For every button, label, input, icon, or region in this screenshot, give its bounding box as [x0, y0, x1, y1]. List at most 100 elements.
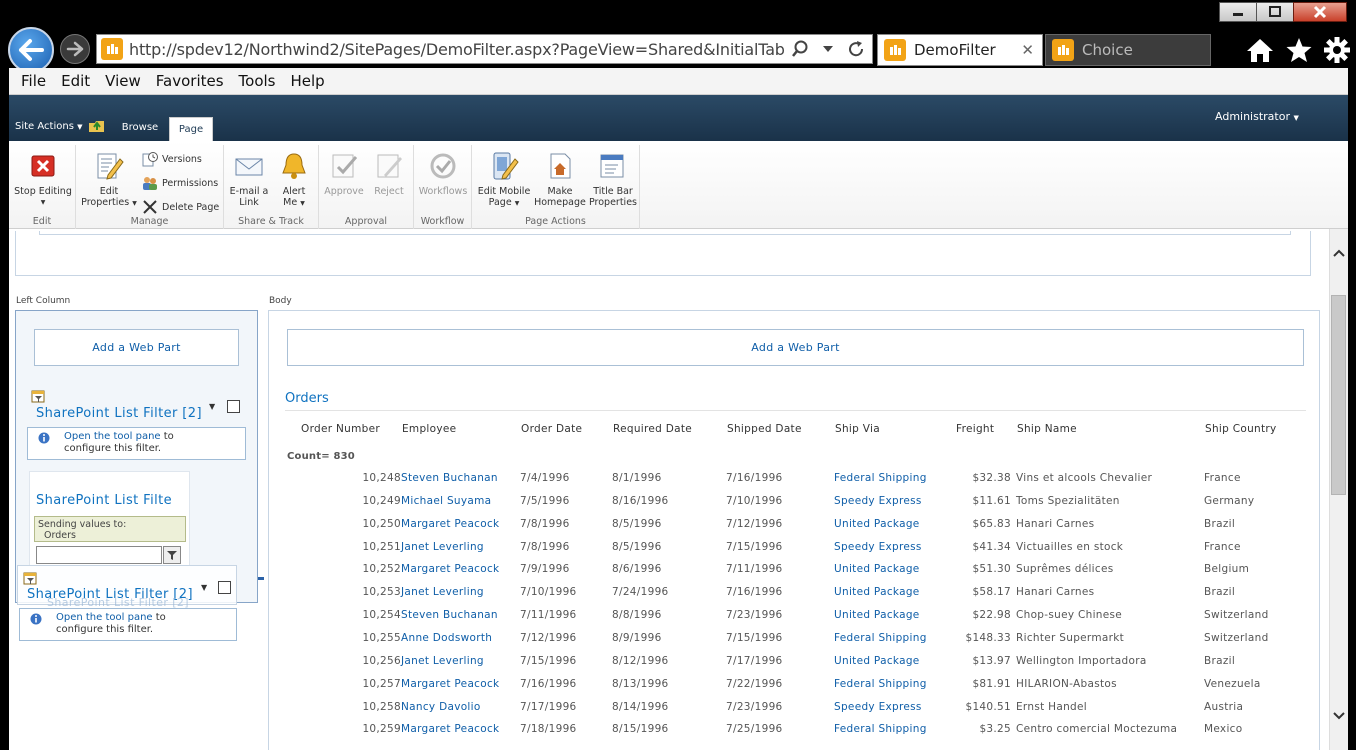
alert-me-button[interactable]: Alert Me ▼ [274, 151, 314, 209]
workflows-button[interactable]: Workflows [416, 151, 470, 197]
filter-value-input[interactable] [36, 546, 162, 564]
filter-web-part-title-2[interactable]: SharePoint List Filte [36, 493, 172, 508]
menu-view[interactable]: View [99, 72, 147, 90]
add-web-part-body-button[interactable]: Add a Web Part [287, 329, 1304, 366]
favorites-star-icon[interactable] [1285, 37, 1313, 63]
menu-favorites[interactable]: Favorites [150, 72, 230, 90]
open-tool-pane-link[interactable]: Open the tool pane [64, 431, 161, 442]
sharepoint-favicon-icon [101, 38, 123, 60]
cell-ship-via[interactable]: Federal Shipping [834, 723, 927, 735]
column-header-shipped-date[interactable]: Shipped Date [727, 423, 802, 435]
versions-button[interactable]: Versions [142, 151, 202, 167]
permissions-icon [143, 177, 157, 190]
cell-ship-via[interactable]: United Package [834, 518, 920, 530]
cell-employee[interactable]: Janet Leverling [401, 541, 484, 553]
close-window-button[interactable] [1293, 2, 1347, 22]
user-menu[interactable]: Administrator ▼ [1215, 110, 1299, 123]
tab-choice[interactable]: Choice [1045, 34, 1211, 66]
permissions-button[interactable]: Permissions [142, 175, 218, 191]
cell-ship-country: Venezuela [1204, 677, 1261, 690]
cell-employee[interactable]: Margaret Peacock [401, 563, 499, 575]
column-header-freight[interactable]: Freight [956, 423, 994, 435]
cell-employee[interactable]: Margaret Peacock [401, 678, 499, 690]
cell-employee[interactable]: Anne Dodsworth [401, 632, 492, 644]
cell-employee[interactable]: Margaret Peacock [401, 518, 499, 530]
cell-ship-via[interactable]: United Package [834, 586, 920, 598]
column-header-required-date[interactable]: Required Date [613, 423, 692, 435]
email-link-button[interactable]: E-mail a Link [228, 151, 270, 208]
cell-ship-via[interactable]: Federal Shipping [834, 678, 927, 690]
web-part-select-checkbox[interactable] [218, 581, 231, 594]
column-header-order-number[interactable]: Order Number [301, 423, 380, 435]
url-text[interactable]: http://spdev12/Northwind2/SitePages/Demo… [129, 40, 784, 59]
web-part-menu-chevron-icon[interactable]: ▼ [201, 583, 207, 592]
orders-web-part-title[interactable]: Orders [285, 391, 329, 406]
cell-required-date: 8/13/1996 [612, 677, 669, 690]
title-bar-properties-button[interactable]: Title Bar Properties [588, 151, 638, 208]
column-header-ship-via[interactable]: Ship Via [835, 423, 880, 435]
edit-mobile-page-button[interactable]: Edit Mobile Page ▼ [476, 151, 532, 209]
cell-order-date: 7/5/1996 [520, 494, 570, 507]
tab-page[interactable]: Page [169, 117, 213, 141]
back-button[interactable] [8, 27, 54, 73]
menu-file[interactable]: File [15, 72, 52, 90]
add-web-part-left-button[interactable]: Add a Web Part [34, 329, 239, 366]
address-bar[interactable]: http://spdev12/Northwind2/SitePages/Demo… [96, 34, 873, 64]
approve-button[interactable]: Approve [323, 151, 365, 197]
home-icon[interactable] [1246, 37, 1274, 63]
cell-ship-via[interactable]: Federal Shipping [834, 632, 927, 644]
cell-employee[interactable]: Margaret Peacock [401, 723, 499, 735]
cell-employee[interactable]: Steven Buchanan [401, 472, 498, 484]
refresh-icon[interactable] [847, 40, 865, 58]
cell-employee[interactable]: Steven Buchanan [401, 609, 498, 621]
close-tab-icon[interactable]: ✕ [1021, 41, 1034, 59]
cell-employee[interactable]: Nancy Davolio [401, 701, 481, 713]
maximize-button[interactable] [1256, 2, 1294, 22]
scrollbar-thumb[interactable] [1331, 295, 1346, 495]
cell-ship-via[interactable]: United Package [834, 609, 920, 621]
delete-page-button[interactable]: Delete Page [142, 199, 219, 215]
cell-ship-via[interactable]: Speedy Express [834, 701, 922, 713]
cell-ship-via[interactable]: United Package [834, 563, 920, 575]
cell-ship-country: Switzerland [1204, 609, 1269, 622]
open-tool-pane-link[interactable]: Open the tool pane [56, 612, 153, 623]
filter-web-part-title-1[interactable]: SharePoint List Filter [2] [36, 406, 202, 421]
cell-ship-via[interactable]: United Package [834, 655, 920, 667]
search-icon[interactable] [791, 40, 809, 58]
dropdown-arrow-icon[interactable] [823, 45, 833, 53]
forward-button[interactable] [60, 34, 90, 64]
column-header-order-date[interactable]: Order Date [521, 423, 582, 435]
minimize-button[interactable] [1219, 2, 1257, 22]
column-header-employee[interactable]: Employee [402, 423, 456, 435]
cell-ship-via[interactable]: Speedy Express [834, 495, 922, 507]
make-homepage-button[interactable]: Make Homepage [534, 151, 586, 208]
user-name: Administrator [1215, 110, 1290, 123]
sharepoint-favicon-icon [1052, 39, 1074, 61]
column-header-ship-country[interactable]: Ship Country [1205, 423, 1277, 435]
edit-properties-button[interactable]: Edit Properties ▼ [80, 151, 138, 209]
reject-button[interactable]: Reject [369, 151, 409, 197]
cell-freight: $65.83 [972, 517, 1011, 530]
scroll-down-button[interactable] [1329, 705, 1348, 727]
gear-icon[interactable] [1323, 36, 1351, 64]
menu-edit[interactable]: Edit [55, 72, 96, 90]
site-actions-menu[interactable]: Site Actions ▼ [15, 121, 82, 132]
column-header-ship-name[interactable]: Ship Name [1017, 423, 1077, 435]
navigate-up-icon[interactable] [89, 120, 105, 133]
tab-demofilter[interactable]: DemoFilter ✕ [877, 34, 1043, 66]
menu-help[interactable]: Help [285, 72, 331, 90]
tab-browse[interactable]: Browse [115, 117, 165, 137]
cell-employee[interactable]: Michael Suyama [401, 495, 491, 507]
cell-employee[interactable]: Janet Leverling [401, 586, 484, 598]
web-part-menu-chevron-icon[interactable]: ▼ [209, 402, 215, 411]
web-part-select-checkbox[interactable] [227, 400, 240, 413]
filter-picker-button[interactable] [163, 546, 181, 564]
scroll-up-button[interactable] [1329, 242, 1348, 264]
stop-editing-button[interactable]: Stop Editing ▼ [13, 151, 73, 208]
menu-tools[interactable]: Tools [233, 72, 282, 90]
cell-required-date: 8/5/1996 [612, 540, 662, 553]
cell-employee[interactable]: Janet Leverling [401, 655, 484, 667]
cell-ship-via[interactable]: Speedy Express [834, 541, 922, 553]
table-row: 10,251 Janet Leverling 7/8/1996 8/5/1996 7/1… [285, 537, 1306, 560]
cell-ship-via[interactable]: Federal Shipping [834, 472, 927, 484]
